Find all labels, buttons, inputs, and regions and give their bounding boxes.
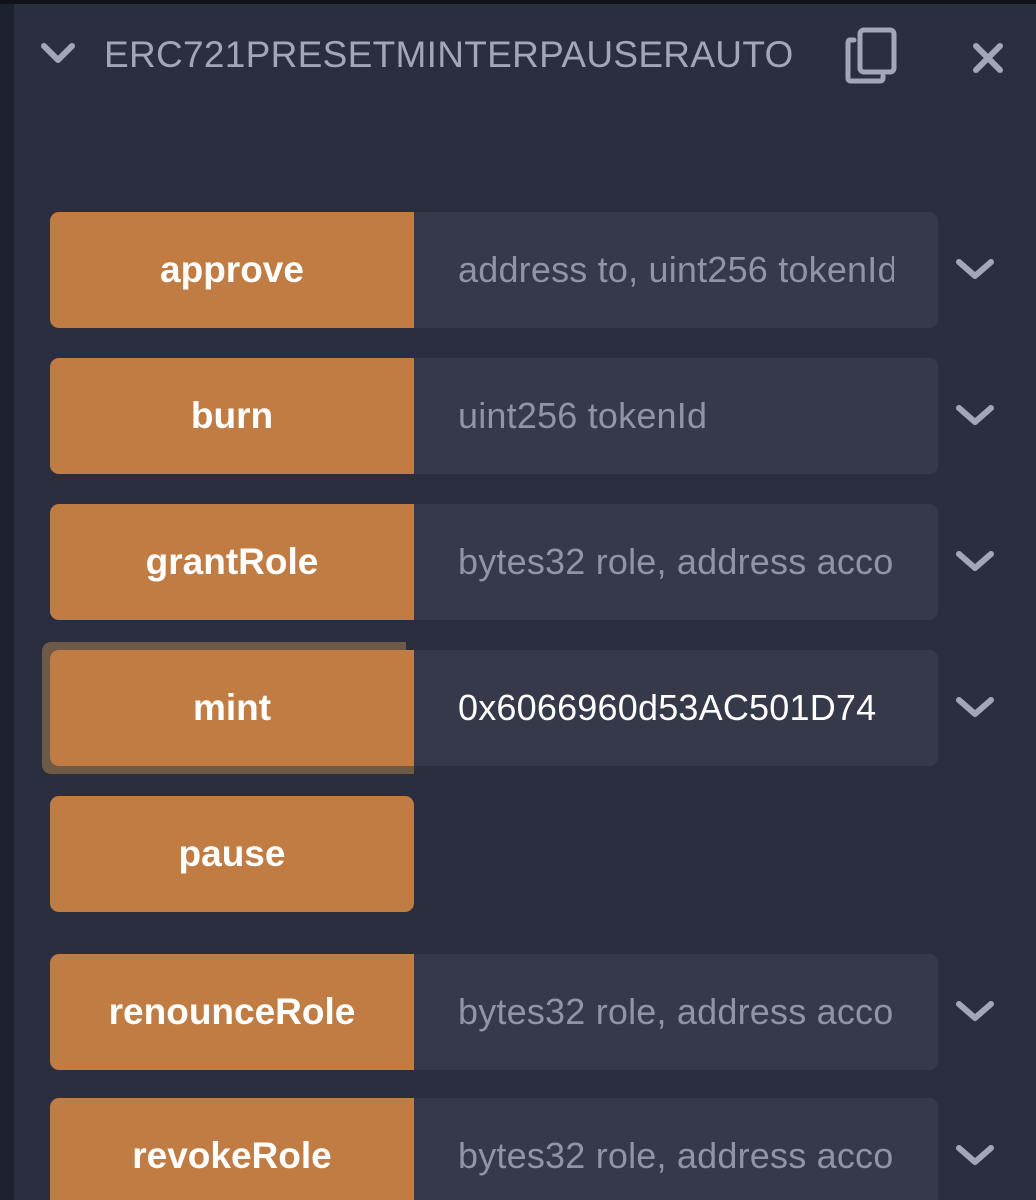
chevron-down-icon[interactable] — [954, 546, 996, 576]
mint-button[interactable]: mint — [50, 650, 414, 766]
copy-icon[interactable] — [844, 26, 900, 84]
renounce-role-button[interactable]: renounceRole — [50, 954, 414, 1070]
pause-button[interactable]: pause — [50, 796, 414, 912]
revoke-role-args-input[interactable] — [414, 1098, 938, 1200]
contract-panel: ERC721PRESETMINTERPAUSERAUTO approve bur… — [14, 4, 1036, 1200]
contract-title: ERC721PRESETMINTERPAUSERAUTO — [104, 34, 794, 75]
chevron-down-icon[interactable] — [954, 254, 996, 284]
renounce-role-args-input[interactable] — [414, 954, 938, 1070]
grant-role-button[interactable]: grantRole — [50, 504, 414, 620]
grant-role-args-input[interactable] — [414, 504, 938, 620]
burn-button[interactable]: burn — [50, 358, 414, 474]
mint-args-input[interactable] — [414, 650, 938, 766]
function-row-revokerole: revokeRole — [50, 1098, 1030, 1200]
approve-args-input[interactable] — [414, 212, 938, 328]
chevron-down-icon[interactable] — [954, 400, 996, 430]
function-row-renouncerole: renounceRole — [50, 954, 1030, 1070]
function-row-grantrole: grantRole — [50, 504, 1030, 620]
revoke-role-button[interactable]: revokeRole — [50, 1098, 414, 1200]
function-row-approve: approve — [50, 212, 1030, 328]
function-row-mint: mint — [50, 650, 1030, 766]
function-row-burn: burn — [50, 358, 1030, 474]
approve-button[interactable]: approve — [50, 212, 414, 328]
chevron-down-icon[interactable] — [40, 38, 76, 68]
contract-header: ERC721PRESETMINTERPAUSERAUTO — [14, 4, 1036, 104]
chevron-down-icon[interactable] — [954, 1140, 996, 1170]
chevron-down-icon[interactable] — [954, 996, 996, 1026]
burn-args-input[interactable] — [414, 358, 938, 474]
function-row-pause: pause — [50, 796, 1030, 912]
chevron-down-icon[interactable] — [954, 692, 996, 722]
close-icon[interactable] — [964, 34, 1012, 82]
